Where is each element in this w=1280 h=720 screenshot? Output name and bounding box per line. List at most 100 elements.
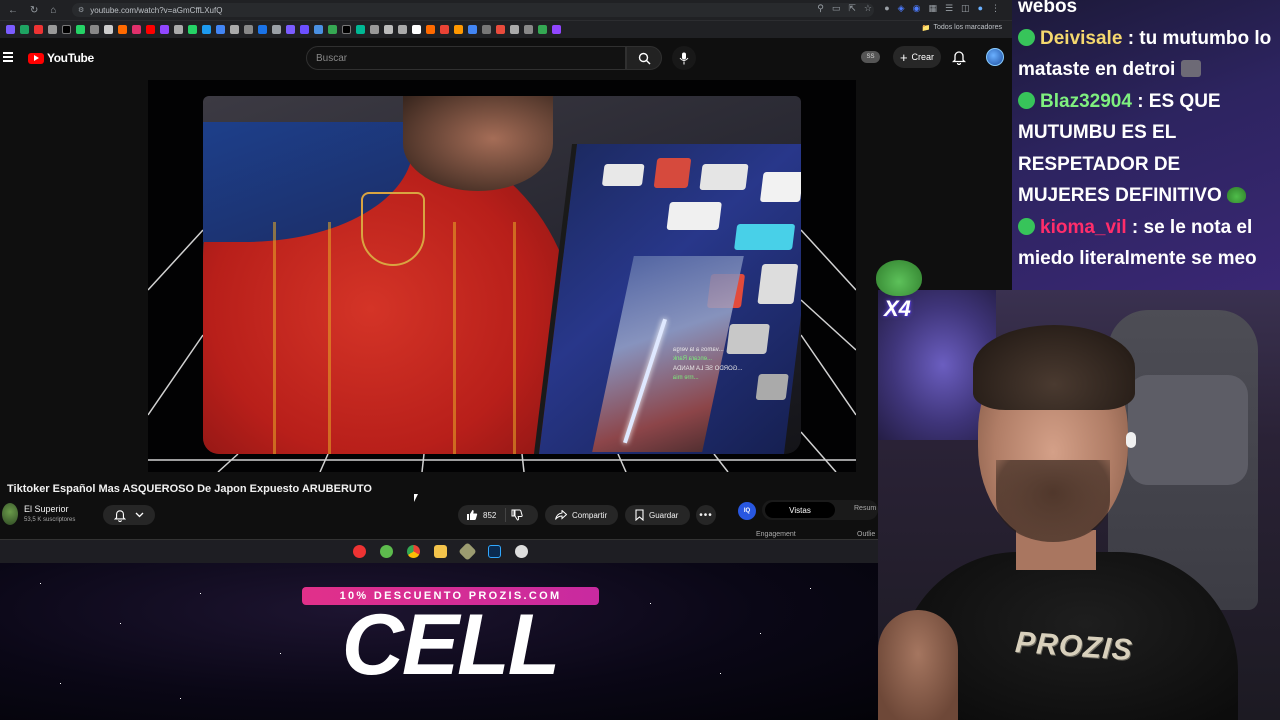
chair-headrest [1128,375,1248,485]
bookmark-icon[interactable] [118,25,127,34]
bookmark-icon[interactable] [356,25,365,34]
bookmark-icon[interactable] [230,25,239,34]
subscribed-button[interactable] [103,505,155,525]
chat-username[interactable]: Deivisale [1040,28,1122,49]
taskbar [0,539,880,563]
bookmark-icon[interactable] [342,25,351,34]
more-actions-button[interactable]: ••• [696,505,716,525]
channel-avatar[interactable] [2,503,18,525]
bookmark-icon[interactable] [216,25,225,34]
webcam-feed: PROZIS [878,290,1280,720]
like-count[interactable]: 852 [483,511,496,520]
omnibox-actions: ⚲ ▭ ⇱ ☆ [817,3,872,14]
chat-username[interactable]: Blaz32904 [1040,91,1132,112]
menu-dots-icon[interactable]: ⋮ [991,3,1000,14]
youtube-logo[interactable]: YouTube [28,51,94,65]
bookmark-icon[interactable] [398,25,407,34]
extension-icon[interactable]: ◈ [898,3,905,14]
video-player[interactable]: ...vamos a la verga ...encara Rank ...GO… [148,80,856,472]
app-icon[interactable] [457,542,477,561]
account-avatar[interactable] [986,48,1004,66]
all-bookmarks-label: Todos los marcadores [933,24,1002,31]
bookmark-icon[interactable] [314,25,323,34]
bookmark-icon[interactable] [258,25,267,34]
notifications-button[interactable] [951,50,967,70]
address-bar[interactable]: ⚙ youtube.com/watch?v=aGmCffLXufQ [72,3,874,17]
home-icon[interactable]: ⌂ [50,5,56,16]
bookmark-icon[interactable] [496,25,505,34]
photoshop-icon[interactable] [487,545,501,558]
bookmark-icon[interactable] [468,25,477,34]
cast-icon[interactable]: ▭ [832,3,841,14]
all-bookmarks-folder[interactable]: 📁 Todos los marcadores [922,24,1002,32]
reload-icon[interactable]: ↻ [30,5,38,16]
bookmark-icon[interactable] [76,25,85,34]
ss-badge[interactable]: SS [861,51,880,63]
bookmark-icon[interactable] [454,25,463,34]
bookmark-icon[interactable] [370,25,379,34]
bookmark-icon[interactable] [426,25,435,34]
menu-icon[interactable] [3,52,13,64]
search-input[interactable] [316,52,625,64]
bookmark-icon[interactable] [510,25,519,34]
create-button[interactable]: + Crear [893,46,941,68]
bookmark-icon[interactable] [6,25,15,34]
search-button[interactable] [626,46,662,70]
bookmark-icon[interactable] [524,25,533,34]
x-icon[interactable] [62,25,71,34]
thumbs-up-icon[interactable] [466,509,478,521]
thumbs-down-icon[interactable] [511,509,524,521]
back-arrow-icon[interactable]: ← [8,5,18,16]
share-page-icon[interactable]: ⇱ [848,3,856,14]
chrome-icon[interactable] [406,545,420,558]
bookmark-star-icon[interactable]: ☆ [864,3,872,14]
bookmark-icon[interactable] [440,25,449,34]
bookmark-icon[interactable] [272,25,281,34]
star [120,623,121,624]
folder-icon: 📁 [921,25,931,32]
extensions-puzzle-icon[interactable]: ▦ [928,3,937,14]
bookmark-icon[interactable] [552,25,561,34]
extension-icon[interactable]: ● [884,3,889,14]
bookmark-icon[interactable] [384,25,393,34]
extension-icon[interactable]: ◉ [913,3,921,14]
profile-avatar-icon[interactable]: ● [978,3,983,14]
vidiq-badge[interactable]: IQ [738,502,756,520]
bookmark-icon[interactable] [538,25,547,34]
twitch-icon[interactable] [160,25,169,34]
bookmark-icon[interactable] [174,25,183,34]
vidiq-outlier-label[interactable]: Outlie [857,531,875,538]
site-info-icon[interactable]: ⚙ [78,6,84,14]
sidebar-icon[interactable]: ◫ [961,3,970,14]
bookmark-icon[interactable] [48,25,57,34]
search-box[interactable] [306,46,626,70]
bookmark-icon[interactable] [202,25,211,34]
youtube-bookmark-icon[interactable] [146,25,155,34]
bookmark-icon[interactable] [300,25,309,34]
save-button[interactable]: Guardar [625,505,690,525]
voice-search-button[interactable] [672,46,696,70]
bookmark-icon[interactable] [244,25,253,34]
folder-icon[interactable] [433,545,447,558]
bookmark-icon[interactable] [104,25,113,34]
zoom-icon[interactable]: ⚲ [817,3,824,14]
instagram-icon[interactable] [132,25,141,34]
channel-name[interactable]: El Superior [24,504,69,514]
bookmark-icon[interactable] [412,25,421,34]
chat-username[interactable]: kioma_vil [1040,217,1127,238]
vidiq-tab-views[interactable]: Vistas [765,502,835,518]
share-button[interactable]: Compartir [545,505,618,525]
bookmark-icon[interactable] [482,25,491,34]
reading-list-icon[interactable]: ☰ [945,3,953,14]
vidiq-tab-summary[interactable]: Resum [854,505,876,512]
bookmark-icon[interactable] [328,25,337,34]
bookmark-icon[interactable] [286,25,295,34]
app-icon[interactable] [352,545,366,558]
bookmark-icon[interactable] [188,25,197,34]
vidiq-engagement-label[interactable]: Engagement [756,531,796,538]
bookmark-icon[interactable] [20,25,29,34]
gmail-icon[interactable] [34,25,43,34]
app-icon[interactable] [379,545,393,558]
bookmark-icon[interactable] [90,25,99,34]
app-icon[interactable] [514,545,528,558]
